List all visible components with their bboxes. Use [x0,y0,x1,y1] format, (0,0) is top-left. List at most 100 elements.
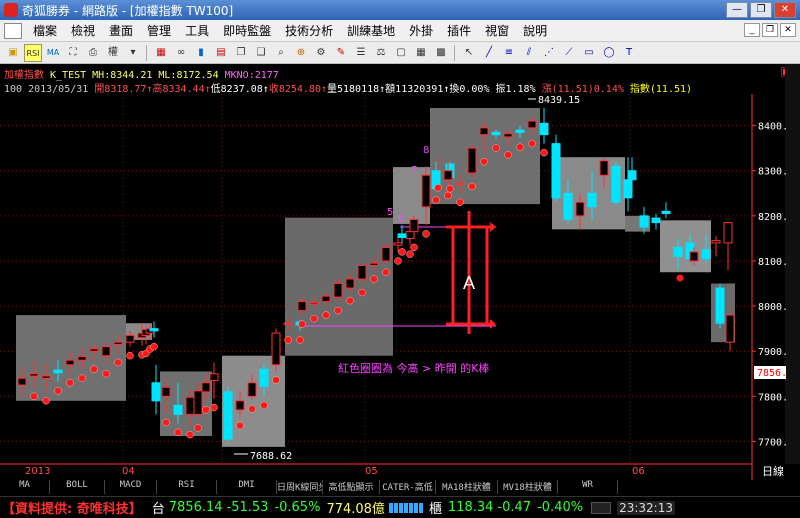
candle-body [563,192,573,220]
menu-help[interactable]: 說明 [516,22,554,39]
folder-icon[interactable]: ▣ [4,44,22,62]
indicator-tab[interactable]: MACD [105,480,157,494]
y-tick-label: 7700.0 [758,437,786,448]
candle-body [173,404,183,415]
menu-tools[interactable]: 工具 [178,22,216,39]
indicator-tab[interactable]: WR [558,480,618,494]
menu-addons[interactable]: 插件 [440,22,478,39]
hline-tool-icon[interactable]: ≡ [500,44,518,62]
minimize-button[interactable]: — [726,2,748,18]
indicator-tab[interactable]: MV18柱狀體 [498,480,558,494]
x-label-05: 05 [365,466,378,477]
box-label-a: A [463,273,475,293]
y-tick-label: 8100.0 [758,257,786,268]
document-icon[interactable] [4,22,22,39]
wave-label-7: 7 [411,165,417,176]
indicator-tab[interactable]: RSI [157,480,217,494]
grid2-icon[interactable]: ▩ [432,44,450,62]
mdi-close-button[interactable]: ✕ [780,23,796,37]
candle-body [701,249,711,260]
candle-body [689,251,699,262]
text-tool-icon[interactable]: T [620,44,638,62]
wave-label-6: 6 [398,213,404,224]
candle-body [201,382,211,393]
menu-view[interactable]: 檢視 [64,22,102,39]
menu-training[interactable]: 訓練基地 [340,22,402,39]
y-tick-label: 8000.0 [758,302,786,313]
channel-tool-icon[interactable]: ⫽ [520,44,538,62]
menu-file[interactable]: 檔案 [26,22,64,39]
y-tick-label: 8200.0 [758,212,786,223]
candle-body [77,356,87,361]
x-label-06: 06 [632,466,645,477]
signal-dot [540,148,548,157]
signal-dot [78,374,86,382]
paste-icon[interactable]: ❑ [252,44,270,62]
bars-icon[interactable]: ▮ [192,44,210,62]
menu-realtime-monitor[interactable]: 即時監盤 [216,22,278,39]
close-window-button[interactable]: ✕ [774,2,796,18]
signal-dot [186,430,194,439]
high-price-label: 8439.15 [538,95,580,106]
rsi-button[interactable]: RSI [24,43,42,62]
signal-dot [66,379,74,387]
candle-body [421,174,431,208]
ellipse-tool-icon[interactable]: ◯ [600,44,618,62]
menu-plugins[interactable]: 外掛 [402,22,440,39]
grid-icon[interactable]: ▦ [152,44,170,62]
indicator-tab[interactable]: DMI [217,480,277,494]
ma-button[interactable]: MA [44,44,62,62]
otc-label: 櫃 [428,502,442,517]
indicator-tab[interactable]: CATER-高低 [380,480,436,494]
signal-dot [504,151,512,159]
x-label-04: 04 [122,466,135,477]
candle-body [623,179,633,199]
fib-tool-icon[interactable]: ⋰ [540,44,558,62]
candle-body [193,390,203,415]
menu-screen[interactable]: 畫面 [102,22,140,39]
candle-body [161,386,171,397]
dropdown-icon[interactable]: ▾ [124,44,142,62]
pen-icon[interactable]: ✎ [332,44,350,62]
mdi-restore-button[interactable]: ❐ [762,23,778,37]
wave-label-5: 5 [387,207,393,218]
chart-icon[interactable]: ▤ [212,44,230,62]
candle-body [271,332,281,366]
window-icon[interactable]: ▢ [392,44,410,62]
indicator-tabs: MA BOLL MACD RSI DMI 日周K線同步 高低點顯示 CATER-高低 MA18柱… [0,480,760,494]
weight-button[interactable]: 權 [104,44,122,62]
zoom-icon[interactable]: ⊕ [292,44,310,62]
indicator-tab[interactable]: 日周K線同步 [277,480,323,494]
copy-icon[interactable]: ❐ [232,44,250,62]
cursor-icon[interactable]: ↖ [460,44,478,62]
indicator-tab[interactable]: BOLL [50,480,105,494]
line-tool-icon[interactable]: ╱ [480,44,498,62]
indicator-tab[interactable]: 高低點顯示 [323,480,380,494]
calendar-icon[interactable]: ▦ [412,44,430,62]
search-icon[interactable]: ⌕ [272,44,290,62]
signal-dot [174,428,182,437]
rect-tool-icon[interactable]: ▭ [580,44,598,62]
candle-body [723,222,733,244]
fullscreen-icon[interactable]: ⛶ [64,44,82,62]
restore-button[interactable]: ❐ [750,2,772,18]
signal-dot [272,376,280,384]
signal-dot [382,268,390,276]
glasses-icon[interactable]: ∞ [172,44,190,62]
otc-change: -0.47 [497,500,532,515]
menu-technical-analysis[interactable]: 技術分析 [278,22,340,39]
indicator-tab[interactable]: MA [0,480,50,494]
signal-dot [102,369,110,378]
chart-scrollbar[interactable] [785,64,800,464]
list-icon[interactable]: ☰ [352,44,370,62]
menu-manage[interactable]: 管理 [140,22,178,39]
mdi-minimize-button[interactable]: _ [744,23,760,37]
indicator-tab[interactable]: MA18柱狀體 [436,480,498,494]
fan-tool-icon[interactable]: ⟋ [560,44,578,62]
signal-dot [480,157,488,166]
price-chart[interactable]: 8400.0 8300.0 8200.0 8100.0 8000.0 7900.0 7800… [0,94,786,480]
print-icon[interactable]: ⎙ [84,44,102,62]
menu-window[interactable]: 視窗 [478,22,516,39]
gear-icon[interactable]: ⚙ [312,44,330,62]
scale-icon[interactable]: ⚖ [372,44,390,62]
